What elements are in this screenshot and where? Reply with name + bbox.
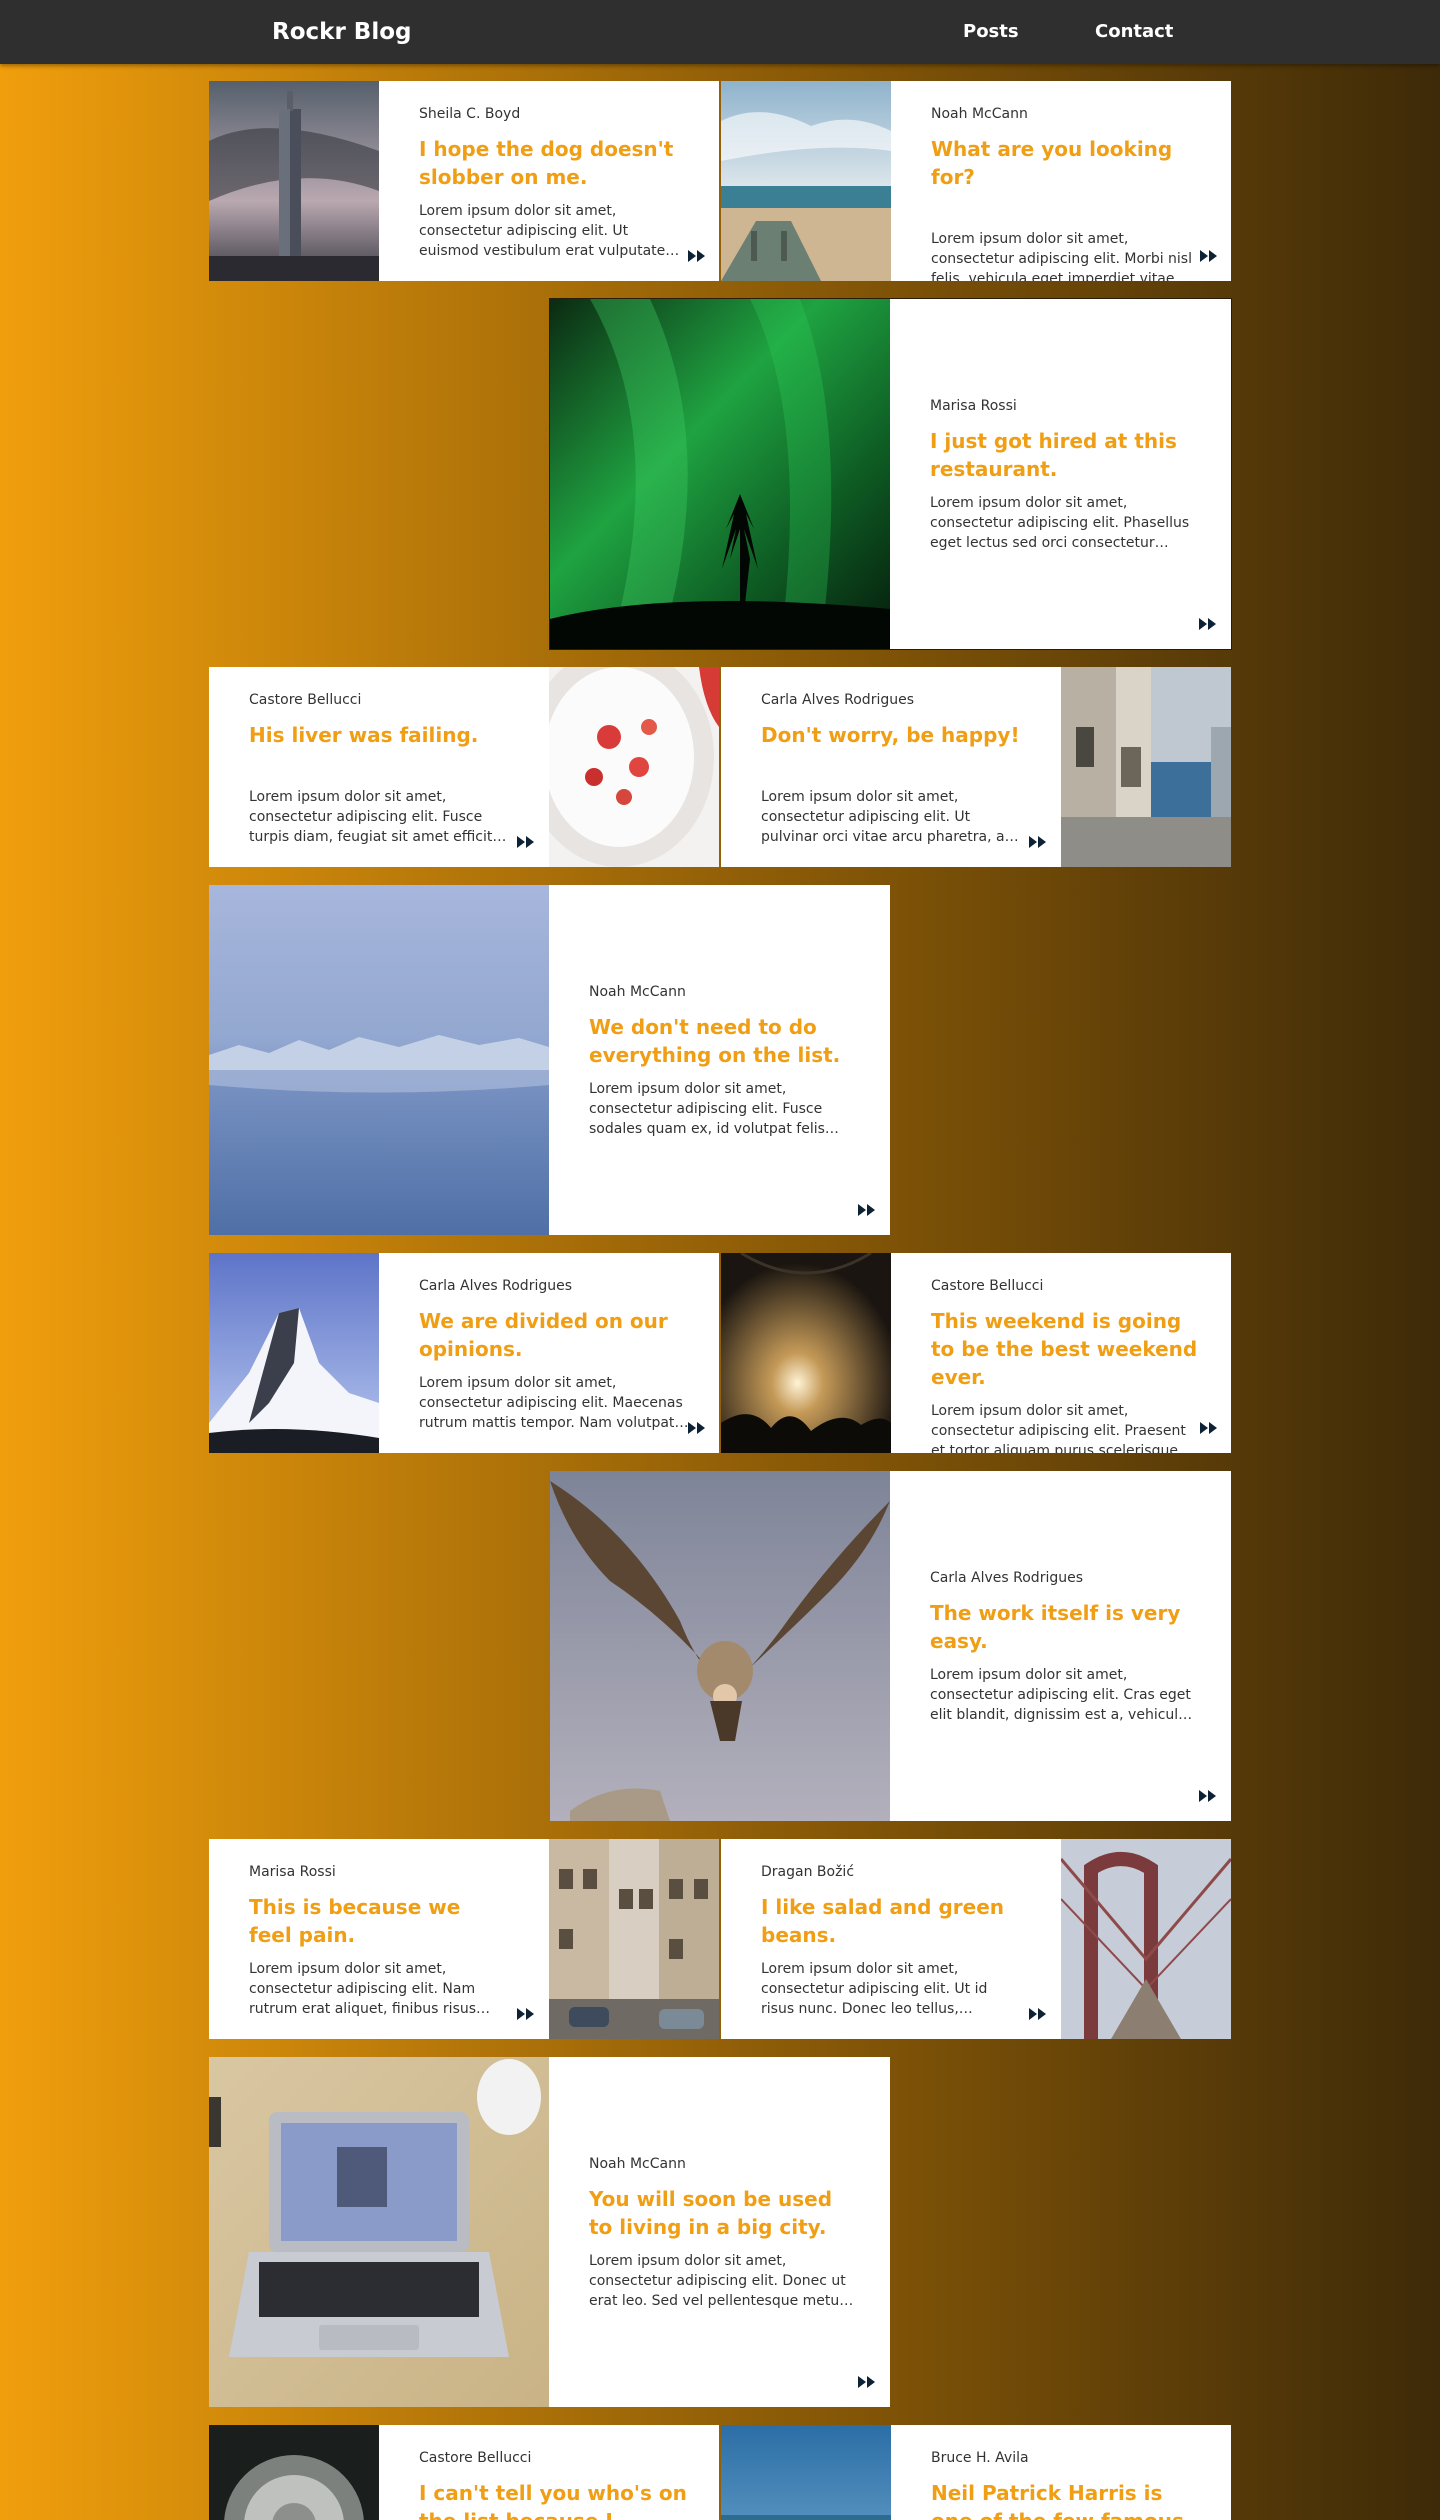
post-card-14[interactable]: Bruce H. Avila Neil Patrick Harris is on… <box>721 2425 1231 2520</box>
top-navbar: Rockr Blog Posts Contact <box>0 0 1440 64</box>
read-more-icon[interactable] <box>1199 1421 1219 1435</box>
read-more-icon[interactable] <box>1028 835 1048 849</box>
post-title[interactable]: This is because we feel pain. <box>249 1893 509 1949</box>
post-content: Sheila C. Boyd I hope the dog doesn't sl… <box>419 105 689 261</box>
post-content: Noah McCann What are you looking for? Lo… <box>931 105 1201 281</box>
post-content: Bruce H. Avila Neil Patrick Harris is on… <box>931 2449 1201 2520</box>
post-excerpt: Lorem ipsum dolor sit amet, consectetur … <box>931 1403 1186 1453</box>
read-more-icon[interactable] <box>516 2007 536 2021</box>
post-title[interactable]: Neil Patrick Harris is one of the few fa… <box>931 2479 1201 2520</box>
post-author: Noah McCann <box>589 984 686 1000</box>
post-thumbnail <box>549 1839 719 2039</box>
post-thumbnail <box>209 2425 379 2520</box>
post-author: Bruce H. Avila <box>931 2450 1029 2466</box>
post-card-13[interactable]: Castore Bellucci I can't tell you who's … <box>209 2425 719 2520</box>
post-title[interactable]: We don't need to do everything on the li… <box>589 1013 859 1069</box>
post-excerpt: Lorem ipsum dolor sit amet, consectetur … <box>761 789 1013 845</box>
post-thumbnail <box>209 81 379 281</box>
read-more-icon[interactable] <box>1199 249 1219 263</box>
read-more-icon[interactable] <box>857 1203 877 1217</box>
post-content: Marisa Rossi I just got hired at this re… <box>930 397 1200 553</box>
post-title[interactable]: The work itself is very easy. <box>930 1599 1200 1655</box>
post-title[interactable]: I can't tell you who's on the list becau… <box>419 2479 689 2520</box>
post-excerpt: Lorem ipsum dolor sit amet, consectetur … <box>419 203 666 259</box>
post-card-12[interactable]: Noah McCann You will soon be used to liv… <box>209 2057 890 2407</box>
post-title[interactable]: I just got hired at this restaurant. <box>930 427 1200 483</box>
post-author: Sheila C. Boyd <box>419 106 521 122</box>
post-card-11[interactable]: Dragan Božić I like salad and green bean… <box>721 1839 1231 2039</box>
post-card-10[interactable]: Marisa Rossi This is because we feel pai… <box>209 1839 719 2039</box>
post-author: Castore Bellucci <box>931 1278 1044 1294</box>
read-more-icon[interactable] <box>1028 2007 1048 2021</box>
read-more-icon[interactable] <box>1198 1789 1218 1803</box>
post-title[interactable]: This weekend is going to be the best wee… <box>931 1307 1201 1391</box>
post-thumbnail <box>209 885 549 1235</box>
post-excerpt: Lorem ipsum dolor sit amet, consectetur … <box>931 231 1192 281</box>
post-content: Carla Alves Rodrigues We are divided on … <box>419 1277 689 1433</box>
post-thumbnail <box>721 1253 891 1453</box>
post-content: Noah McCann We don't need to do everythi… <box>589 983 859 1139</box>
read-more-icon[interactable] <box>687 249 707 263</box>
post-title[interactable]: His liver was failing. <box>249 721 509 749</box>
post-title[interactable]: You will soon be used to living in a big… <box>589 2185 859 2241</box>
nav-posts-link[interactable]: Posts <box>963 18 1019 46</box>
post-thumbnail <box>550 1471 890 1821</box>
post-content: Noah McCann You will soon be used to liv… <box>589 2155 859 2311</box>
post-card-3[interactable]: Marisa Rossi I just got hired at this re… <box>549 298 1232 650</box>
read-more-icon[interactable] <box>687 1421 707 1435</box>
post-thumbnail <box>550 299 890 649</box>
post-card-6[interactable]: Noah McCann We don't need to do everythi… <box>209 885 890 1235</box>
post-thumbnail <box>209 2057 549 2407</box>
post-author: Castore Bellucci <box>249 692 362 708</box>
post-excerpt: Lorem ipsum dolor sit amet, consectetur … <box>930 495 1190 551</box>
post-author: Dragan Božić <box>761 1864 855 1880</box>
post-thumbnail <box>1061 667 1231 867</box>
post-card-2[interactable]: Noah McCann What are you looking for? Lo… <box>721 81 1231 281</box>
read-more-icon[interactable] <box>1198 617 1218 631</box>
post-card-8[interactable]: Castore Bellucci This weekend is going t… <box>721 1253 1231 1453</box>
brand-logo-link[interactable]: Rockr Blog <box>272 16 411 48</box>
post-author: Carla Alves Rodrigues <box>930 1570 1084 1586</box>
read-more-icon[interactable] <box>516 835 536 849</box>
post-title[interactable]: What are you looking for? <box>931 135 1201 191</box>
post-excerpt: Lorem ipsum dolor sit amet, consectetur … <box>930 1667 1191 1723</box>
post-author: Marisa Rossi <box>249 1864 336 1880</box>
post-excerpt: Lorem ipsum dolor sit amet, consectetur … <box>249 1961 477 2017</box>
post-thumbnail <box>721 81 891 281</box>
post-thumbnail <box>1061 1839 1231 2039</box>
nav-contact-link[interactable]: Contact <box>1095 18 1173 46</box>
post-card-5[interactable]: Carla Alves Rodrigues Don't worry, be ha… <box>721 667 1231 867</box>
post-author: Marisa Rossi <box>930 398 1017 414</box>
post-author: Noah McCann <box>931 106 1028 122</box>
post-card-1[interactable]: Sheila C. Boyd I hope the dog doesn't sl… <box>209 81 719 281</box>
post-author: Castore Bellucci <box>419 2450 532 2466</box>
post-title[interactable]: We are divided on our opinions. <box>419 1307 689 1363</box>
post-excerpt: Lorem ipsum dolor sit amet, consectetur … <box>249 789 507 845</box>
post-thumbnail <box>721 2425 891 2520</box>
post-excerpt: Lorem ipsum dolor sit amet, consectetur … <box>589 2253 852 2309</box>
post-content: Carla Alves Rodrigues Don't worry, be ha… <box>761 691 1021 847</box>
post-thumbnail <box>209 1253 379 1453</box>
post-content: Carla Alves Rodrigues The work itself is… <box>930 1569 1200 1725</box>
post-title[interactable]: I like salad and green beans. <box>761 1893 1021 1949</box>
post-excerpt: Lorem ipsum dolor sit amet, consectetur … <box>761 1961 988 2017</box>
post-author: Carla Alves Rodrigues <box>419 1278 573 1294</box>
post-excerpt: Lorem ipsum dolor sit amet, consectetur … <box>419 1375 683 1431</box>
read-more-icon[interactable] <box>857 2375 877 2389</box>
post-thumbnail <box>549 667 719 867</box>
post-author: Carla Alves Rodrigues <box>761 692 915 708</box>
post-card-4[interactable]: Castore Bellucci His liver was failing. … <box>209 667 719 867</box>
post-title[interactable]: Don't worry, be happy! <box>761 721 1021 749</box>
post-content: Dragan Božić I like salad and green bean… <box>761 1863 1021 2019</box>
post-content: Marisa Rossi This is because we feel pai… <box>249 1863 509 2019</box>
post-content: Castore Bellucci His liver was failing. … <box>249 691 509 847</box>
post-content: Castore Bellucci I can't tell you who's … <box>419 2449 689 2520</box>
post-excerpt: Lorem ipsum dolor sit amet, consectetur … <box>589 1081 825 1137</box>
post-content: Castore Bellucci This weekend is going t… <box>931 1277 1201 1453</box>
post-card-9[interactable]: Carla Alves Rodrigues The work itself is… <box>550 1471 1231 1821</box>
post-card-7[interactable]: Carla Alves Rodrigues We are divided on … <box>209 1253 719 1453</box>
post-author: Noah McCann <box>589 2156 686 2172</box>
post-title[interactable]: I hope the dog doesn't slobber on me. <box>419 135 689 191</box>
